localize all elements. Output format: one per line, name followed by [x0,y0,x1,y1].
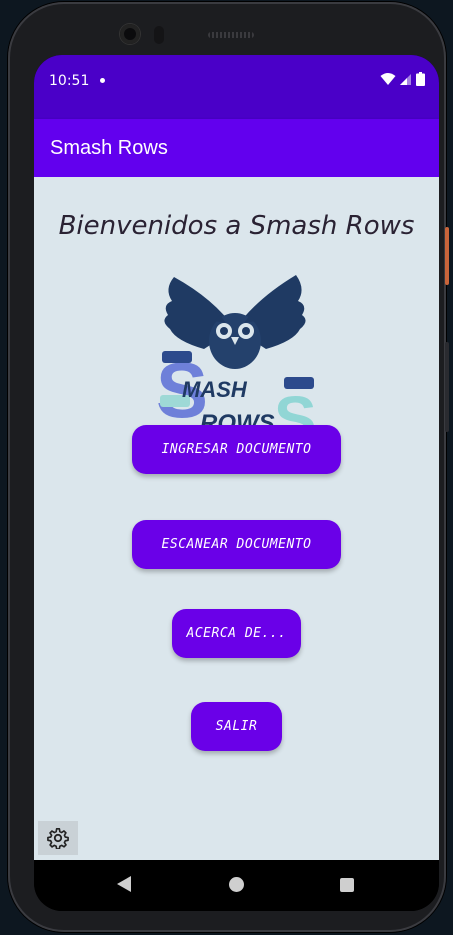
gear-icon [47,828,69,849]
power-button [445,227,449,285]
battery-icon [416,72,425,86]
status-icons [380,72,425,86]
escanear-documento-button[interactable]: ESCANEAR DOCUMENTO [132,520,341,569]
wifi-icon [380,73,396,85]
status-bar: 10:51 [34,55,439,119]
volume-button [445,342,449,432]
welcome-heading: Bienvenidos a Smash Rows [58,211,415,241]
status-time: 10:51 [49,73,90,89]
main-content: Bienvenidos a Smash Rows S S MASH ROWS I… [34,177,439,860]
sensor [154,26,164,44]
salir-button[interactable]: SALIR [191,702,282,751]
earpiece-speaker [208,32,254,38]
app-title: Smash Rows [50,137,168,159]
smash-rows-logo: S S MASH ROWS [156,275,316,449]
front-camera [120,24,140,44]
nav-recents-icon[interactable] [340,878,354,892]
ingresar-documento-button[interactable]: INGRESAR DOCUMENTO [132,425,341,474]
notification-dot-icon [100,78,105,83]
navigation-bar [34,860,439,911]
signal-icon [400,73,411,85]
settings-button[interactable] [38,821,78,855]
phone-frame: 10:51 Smash Rows Bienvenidos a Smash Row… [8,2,449,932]
app-bar: Smash Rows [34,119,439,177]
svg-text:MASH: MASH [182,377,248,402]
nav-back-icon[interactable] [116,875,132,893]
acerca-de-button[interactable]: ACERCA DE... [172,609,301,658]
nav-home-icon[interactable] [229,877,244,892]
screen: 10:51 Smash Rows Bienvenidos a Smash Row… [34,55,439,911]
